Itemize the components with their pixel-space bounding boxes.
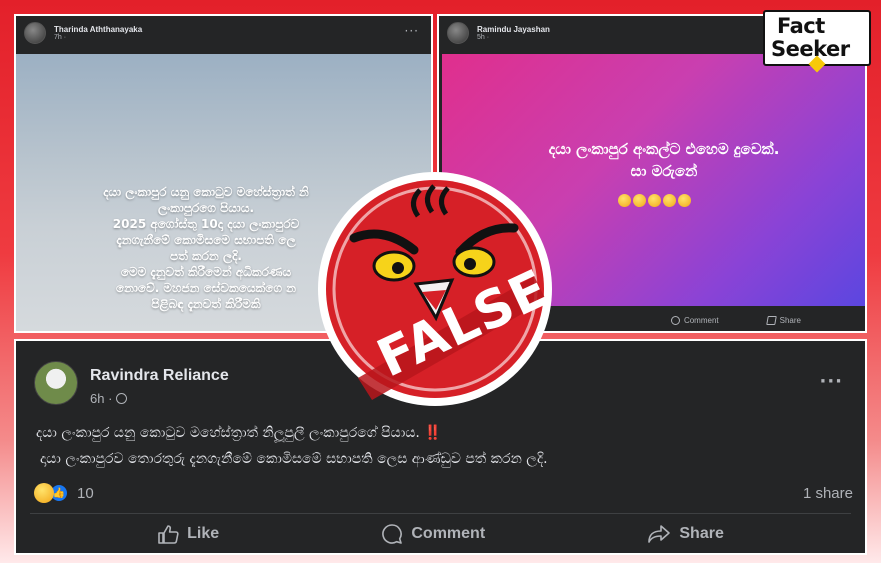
action-bar: Like Comment Share xyxy=(16,523,865,545)
more-dots-icon[interactable]: ··· xyxy=(405,24,419,38)
comment-button[interactable]: Comment xyxy=(381,523,485,545)
avatar[interactable] xyxy=(447,22,469,44)
text-line: දයා ලංකාපුර අංකල්ට එහෙම දුවෙක්. xyxy=(548,140,780,158)
author-name[interactable]: Tharinda Aththanayaka xyxy=(54,25,142,34)
haha-reaction-icon xyxy=(34,483,54,503)
more-dots-icon[interactable]: ··· xyxy=(819,371,843,392)
share-button[interactable]: Share xyxy=(647,523,724,545)
post-time[interactable]: 7h · xyxy=(54,34,142,41)
grin-icon xyxy=(647,194,661,207)
comment-button[interactable]: Comment xyxy=(670,316,719,325)
like-button[interactable]: Like xyxy=(157,523,219,545)
post-text-line-2: දායා ලංකාපුරව තොරතුරු දැනගැනීමේ කොමිසමේ … xyxy=(40,451,548,467)
thumbs-up-icon xyxy=(158,525,179,544)
globe-icon xyxy=(116,393,128,404)
fact-seeker-logo: Fact Seeker xyxy=(763,10,871,73)
grin-icon xyxy=(632,194,646,207)
like-label: Like xyxy=(187,525,220,542)
post-header: Ramindu Jayashan 5h · xyxy=(447,22,550,44)
author-name[interactable]: Ramindu Jayashan xyxy=(477,25,550,34)
avatar[interactable] xyxy=(34,361,78,405)
double-exclamation-icon: ‼️ xyxy=(424,425,442,441)
logo-line-1: Fact xyxy=(777,14,825,38)
post-text: දයා ලංකාපුර යනු කොටුව මහේස්ත්‍රාත් නිලූප… xyxy=(36,425,425,441)
comment-label: Comment xyxy=(683,316,719,325)
false-stamp: FALSE xyxy=(314,168,558,410)
logo-line-2: Seeker xyxy=(771,37,850,61)
avatar[interactable] xyxy=(24,22,46,44)
grin-icon xyxy=(677,194,691,207)
comment-label: Comment xyxy=(411,525,486,542)
post-header: Tharinda Aththanayaka 7h · xyxy=(24,22,142,44)
divider xyxy=(30,513,851,514)
share-button[interactable]: Share xyxy=(765,316,801,325)
grin-icon xyxy=(662,194,676,207)
grin-icon xyxy=(617,194,631,207)
comment-icon xyxy=(670,316,680,325)
share-label: Share xyxy=(779,316,801,325)
comment-icon xyxy=(382,524,403,544)
post-time[interactable]: 6h · xyxy=(90,391,112,406)
post-text-line-1: දයා ලංකාපුර යනු කොටුව මහේස්ත්‍රාත් නිලූප… xyxy=(36,425,442,441)
share-icon xyxy=(648,525,671,543)
share-icon xyxy=(765,316,777,325)
reaction-count: 10 xyxy=(77,484,94,502)
author-name[interactable]: Ravindra Reliance xyxy=(90,367,229,385)
post-time[interactable]: 5h · xyxy=(477,34,550,41)
share-count[interactable]: 1 share xyxy=(803,485,853,502)
share-label: Share xyxy=(679,525,724,542)
reactions[interactable]: 👍 10 xyxy=(34,483,94,503)
post-time-row: 6h · xyxy=(90,391,128,406)
